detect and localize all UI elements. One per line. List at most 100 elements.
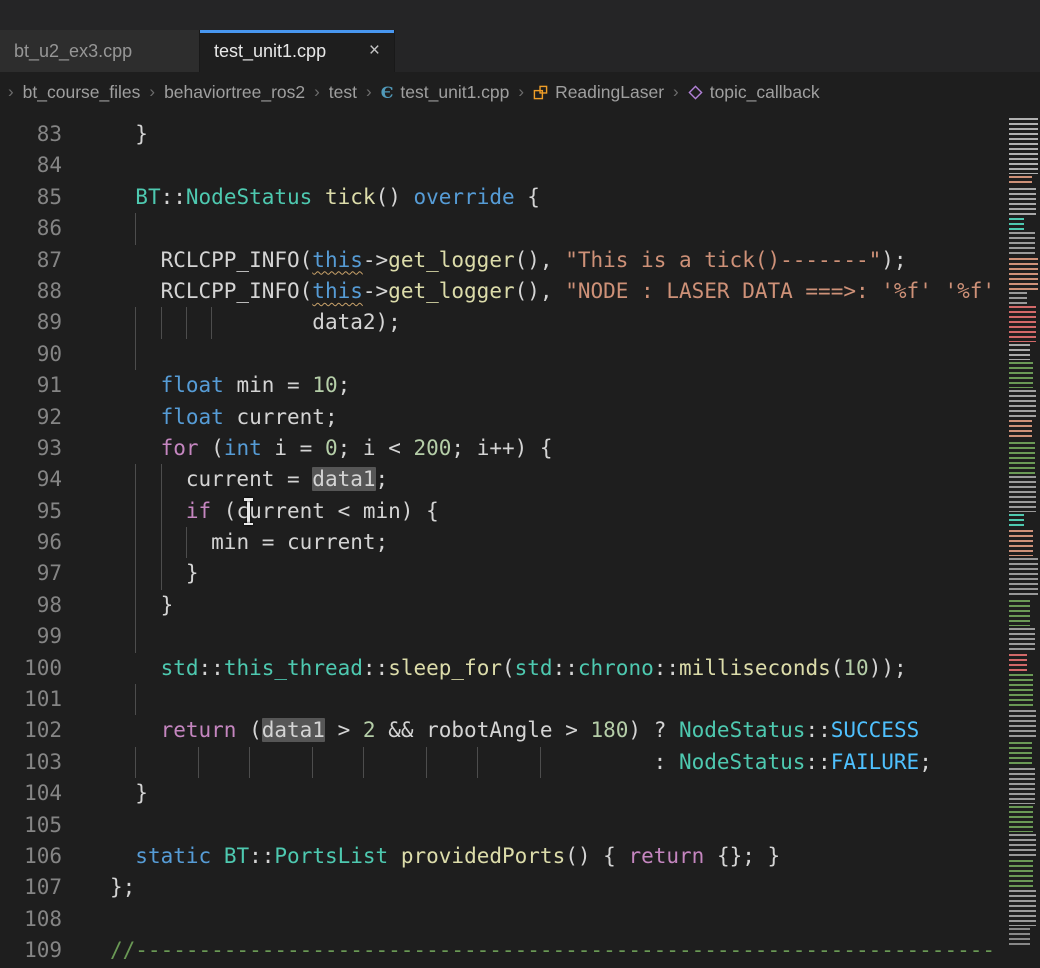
code-line[interactable]: } — [66, 558, 1008, 589]
minimap-line-block — [1009, 806, 1033, 832]
indent-guide — [198, 747, 199, 778]
code-line[interactable]: //--------------------------------------… — [66, 935, 1008, 966]
indent-guide — [135, 527, 136, 558]
indent-guide — [363, 747, 364, 778]
line-number[interactable]: 97 — [0, 558, 66, 589]
code-line[interactable]: } — [66, 778, 1008, 809]
line-number[interactable]: 94 — [0, 464, 66, 495]
code-lines[interactable]: } BT::NodeStatus tick() override { RCLCP… — [66, 112, 1008, 968]
indent-guide — [135, 621, 136, 652]
code-line[interactable]: static BT::PortsList providedPorts() { r… — [66, 841, 1008, 872]
code-line[interactable]: BT::NodeStatus tick() override { — [66, 182, 1008, 213]
line-number[interactable]: 106 — [0, 841, 66, 872]
indent-guide — [135, 213, 136, 244]
code-line[interactable]: float current; — [66, 402, 1008, 433]
minimap-line-block — [1009, 710, 1036, 740]
line-number[interactable]: 102 — [0, 715, 66, 746]
code-line[interactable]: min = current; — [66, 527, 1008, 558]
line-number[interactable]: 96 — [0, 527, 66, 558]
breadcrumb-item-test_unit1-cpp[interactable]: Єtest_unit1.cpp — [381, 82, 510, 103]
indent-guide — [161, 464, 162, 495]
minimap-line-block — [1009, 834, 1036, 858]
line-number[interactable]: 87 — [0, 245, 66, 276]
code-line[interactable]: current = data1; — [66, 464, 1008, 495]
code-line[interactable] — [66, 810, 1008, 841]
line-number[interactable]: 101 — [0, 684, 66, 715]
line-number[interactable]: 85 — [0, 182, 66, 213]
line-number[interactable]: 83 — [0, 119, 66, 150]
code-line[interactable]: std::this_thread::sleep_for(std::chrono:… — [66, 653, 1008, 684]
line-number[interactable]: 90 — [0, 339, 66, 370]
code-line[interactable]: return (data1 > 2 && robotAngle > 180) ?… — [66, 715, 1008, 746]
chevron-right-icon: › — [314, 82, 320, 102]
breadcrumb-item-readinglaser[interactable]: ReadingLaser — [533, 82, 664, 103]
code-line[interactable]: } — [66, 590, 1008, 621]
line-number[interactable]: 88 — [0, 276, 66, 307]
breadcrumb-item-behaviortree_ros2[interactable]: behaviortree_ros2 — [164, 82, 305, 103]
minimap-line-block — [1009, 258, 1038, 290]
code-line[interactable]: if (current < min) { — [66, 496, 1008, 527]
minimap-line-block — [1009, 420, 1032, 440]
line-number[interactable]: 91 — [0, 370, 66, 401]
indent-guide — [161, 527, 162, 558]
minimap-line-block — [1009, 928, 1030, 946]
line-number[interactable]: 100 — [0, 653, 66, 684]
line-number[interactable]: 109 — [0, 935, 66, 966]
breadcrumb-item-test[interactable]: test — [329, 82, 357, 103]
gutter: 8384858687888990919293949596979899100101… — [0, 112, 66, 968]
line-number[interactable]: 107 — [0, 872, 66, 903]
breadcrumb-item-bt_course_files[interactable]: bt_course_files — [23, 82, 141, 103]
minimap-line-block — [1009, 530, 1033, 556]
line-number[interactable]: 108 — [0, 904, 66, 935]
indent-guide — [161, 307, 162, 338]
code-line[interactable]: : NodeStatus::FAILURE; — [66, 747, 1008, 778]
line-number[interactable]: 99 — [0, 621, 66, 652]
code-line[interactable]: RCLCPP_INFO(this->get_logger(), "NODE : … — [66, 276, 1008, 307]
minimap-line-block — [1009, 118, 1038, 174]
code-line[interactable] — [66, 621, 1008, 652]
mouse-cursor-ibeam — [247, 498, 250, 525]
tab-bt_u2_ex3-cpp[interactable]: bt_u2_ex3.cpp — [0, 30, 200, 72]
indent-guide — [135, 464, 136, 495]
code-line[interactable] — [66, 904, 1008, 935]
line-number[interactable]: 98 — [0, 590, 66, 621]
line-number[interactable]: 89 — [0, 307, 66, 338]
line-number[interactable]: 105 — [0, 810, 66, 841]
breadcrumb-label: bt_course_files — [23, 82, 141, 103]
breadcrumb: ›bt_course_files›behaviortree_ros2›test›… — [0, 72, 1040, 112]
minimap-line-block — [1009, 188, 1036, 216]
line-number[interactable]: 104 — [0, 778, 66, 809]
breadcrumb-label: topic_callback — [710, 82, 820, 103]
indent-guide — [186, 307, 187, 338]
code-line[interactable]: for (int i = 0; i < 200; i++) { — [66, 433, 1008, 464]
breadcrumb-item-topic_callback[interactable]: topic_callback — [688, 82, 820, 103]
breadcrumb-label: test — [329, 82, 357, 103]
tab-test_unit1-cpp[interactable]: test_unit1.cpp× — [200, 30, 395, 72]
breadcrumb-label: test_unit1.cpp — [400, 82, 509, 103]
code-line[interactable]: float min = 10; — [66, 370, 1008, 401]
indent-guide — [135, 339, 136, 370]
line-number[interactable]: 103 — [0, 747, 66, 778]
indent-guide — [426, 747, 427, 778]
minimap[interactable] — [1008, 112, 1040, 968]
code-line[interactable] — [66, 684, 1008, 715]
line-number[interactable]: 84 — [0, 150, 66, 181]
code-line[interactable] — [66, 339, 1008, 370]
line-number[interactable]: 92 — [0, 402, 66, 433]
code-line[interactable] — [66, 213, 1008, 244]
indent-guide — [135, 747, 136, 778]
line-number[interactable]: 95 — [0, 496, 66, 527]
method-icon — [688, 85, 703, 100]
close-icon[interactable]: × — [359, 40, 380, 62]
minimap-line-block — [1009, 742, 1032, 766]
indent-guide — [135, 496, 136, 527]
line-number[interactable]: 93 — [0, 433, 66, 464]
code-line[interactable]: data2); — [66, 307, 1008, 338]
indent-guide — [135, 684, 136, 715]
code-line[interactable]: RCLCPP_INFO(this->get_logger(), "This is… — [66, 245, 1008, 276]
code-line[interactable]: }; — [66, 872, 1008, 903]
code-line[interactable] — [66, 150, 1008, 181]
minimap-line-block — [1009, 218, 1024, 230]
code-line[interactable]: } — [66, 119, 1008, 150]
line-number[interactable]: 86 — [0, 213, 66, 244]
